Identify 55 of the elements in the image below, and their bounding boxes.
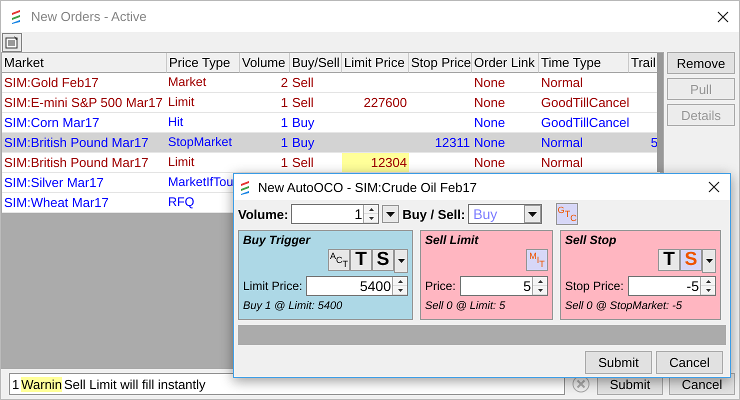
close-icon[interactable]: [708, 181, 720, 193]
close-icon[interactable]: [717, 10, 729, 22]
field-label: Price:: [425, 279, 456, 293]
action-button[interactable]: Remove: [667, 52, 735, 74]
spin-buttons[interactable]: [392, 277, 407, 295]
price-field[interactable]: 5: [460, 276, 548, 296]
logo-icon: [240, 180, 250, 194]
volume-field[interactable]: 1: [291, 204, 380, 224]
properties-icon[interactable]: [2, 32, 22, 52]
field-label: Limit Price:: [243, 279, 302, 293]
column-header[interactable]: Volume: [240, 53, 290, 73]
column-header[interactable]: Buy/Sell: [290, 53, 342, 73]
column-header[interactable]: Time Type: [539, 53, 629, 73]
field-label: Stop Price:: [565, 279, 624, 293]
price-field[interactable]: 5400: [306, 276, 408, 296]
column-header[interactable]: Market: [2, 53, 167, 73]
order-summary: Buy 1 @ Limit: 5400: [243, 300, 344, 312]
order-type-toggle[interactable]: T: [658, 249, 680, 271]
scrollbar[interactable]: [657, 53, 663, 172]
action-button[interactable]: Submit: [585, 351, 652, 374]
order-type-toggle[interactable]: S: [372, 249, 394, 271]
dialog-title: New AutoOCO - SIM:Crude Oil Feb17: [258, 180, 478, 194]
spin-buttons[interactable]: [363, 205, 378, 223]
window-title: New Orders - Active: [31, 9, 148, 24]
column-header[interactable]: Trail: [629, 53, 660, 73]
caret-icon: [706, 259, 712, 263]
table-cell: 12304: [342, 153, 409, 173]
order-summary: Sell 0 @ StopMarket: -5: [565, 300, 683, 312]
column-header[interactable]: Stop Price: [409, 53, 472, 73]
table-row[interactable]: SIM:British Pound Mar17 StopMarket 1 Buy 12311 None Normal 5: [2, 133, 660, 153]
table-row[interactable]: SIM:British Pound Mar17 Limit 1 Sell 12304 None Normal: [2, 153, 660, 173]
price-field[interactable]: -5: [628, 276, 716, 296]
severity-label: Warnin: [21, 376, 62, 392]
action-button[interactable]: Cancel: [656, 351, 723, 374]
spin-buttons[interactable]: [532, 277, 547, 295]
field-label: Buy / Sell:: [402, 206, 466, 222]
column-header[interactable]: Limit Price: [342, 53, 409, 73]
order-summary: Sell 0 @ Limit: 5: [425, 300, 506, 312]
panel-title: Sell Stop: [565, 233, 618, 249]
logo-icon: [11, 9, 21, 24]
message-count: 1: [12, 376, 20, 392]
field-label: Volume:: [238, 206, 288, 222]
column-header[interactable]: Price Type: [167, 53, 240, 73]
column-header[interactable]: Order Link: [472, 53, 539, 73]
order-type-toggle[interactable]: ACT: [328, 249, 350, 271]
status-message: Sell Limit will fill instantly: [64, 376, 206, 392]
spin-buttons[interactable]: [700, 277, 715, 295]
panel-title: Buy Trigger: [243, 233, 312, 249]
order-type-toggle[interactable]: T: [350, 249, 372, 271]
menu-button[interactable]: [394, 249, 408, 273]
menu-button[interactable]: [702, 249, 716, 273]
dropdown-button[interactable]: [382, 205, 400, 223]
table-cell: SIM:Wheat Mar17: [2, 193, 167, 213]
panel-title: Sell Limit: [425, 233, 480, 249]
caret-icon: [398, 259, 404, 263]
